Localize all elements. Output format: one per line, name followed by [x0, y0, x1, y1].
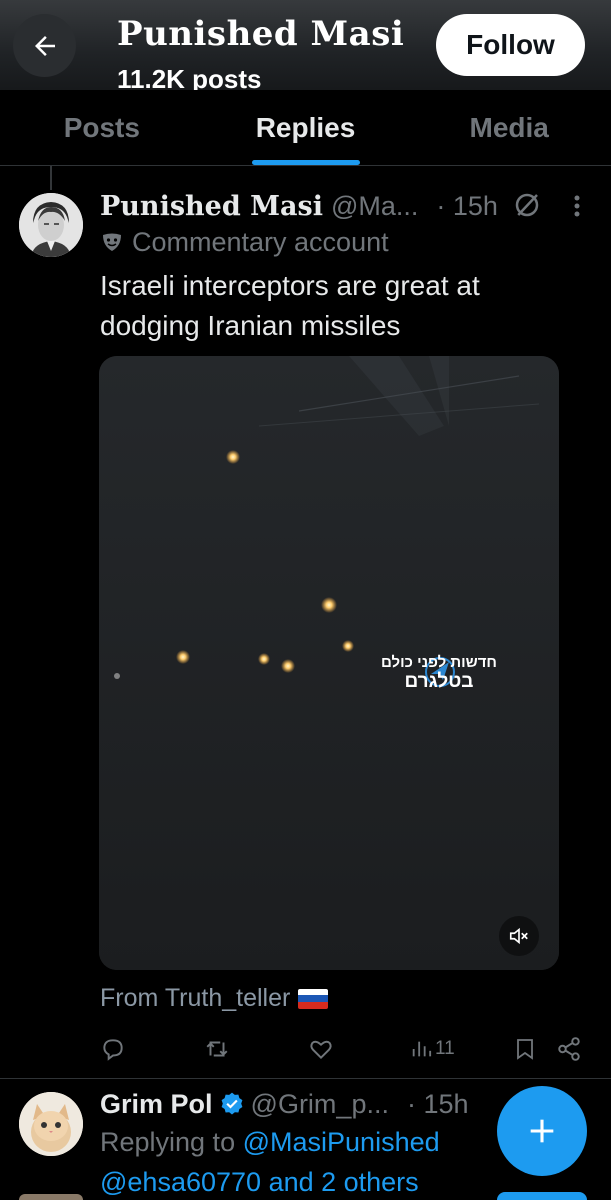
post-author-handle[interactable]: @Ma...: [331, 191, 418, 222]
more-options-icon[interactable]: [570, 192, 584, 222]
reply-avatar[interactable]: [19, 1092, 83, 1156]
reply-button[interactable]: [100, 1032, 126, 1066]
account-label[interactable]: Commentary account: [100, 222, 389, 262]
watermark-line2: בטלגרם: [404, 671, 474, 692]
watermark-line1: חדשות לפני כולם: [381, 654, 497, 671]
secondary-fab[interactable]: [497, 1192, 587, 1200]
tab-posts[interactable]: Posts: [0, 90, 204, 165]
tab-media[interactable]: Media: [407, 90, 611, 165]
thread-line: [50, 166, 52, 190]
post-timestamp[interactable]: · 15h: [436, 191, 498, 222]
profile-header: Punished Masi 11.2K posts Follow: [0, 0, 611, 90]
share-button[interactable]: [556, 1032, 582, 1066]
follow-button[interactable]: Follow: [436, 14, 585, 76]
post-video[interactable]: חדשות לפני כולם בטלגרם: [99, 356, 559, 970]
arrow-left-icon: [34, 35, 55, 56]
repost-icon: [206, 1041, 228, 1057]
repost-button[interactable]: [204, 1032, 230, 1066]
others-link[interactable]: and 2 others: [269, 1167, 419, 1197]
replying-to: Replying to @MasiPunished @ehsa60770 and…: [100, 1122, 500, 1200]
post-text: Israeli interceptors are great at dodgin…: [100, 270, 480, 341]
tab-posts-label: Posts: [63, 111, 140, 143]
compose-button[interactable]: [497, 1086, 587, 1176]
mention-link-2[interactable]: @ehsa60770: [100, 1167, 261, 1197]
bookmark-button[interactable]: [513, 1032, 537, 1066]
back-button[interactable]: [13, 14, 76, 77]
post-author-name[interactable]: Punished Masi: [100, 191, 323, 222]
account-label-text: Commentary account: [132, 226, 389, 257]
tab-media-label: Media: [469, 111, 549, 143]
share-icon: [558, 1037, 580, 1061]
speaker-muted-icon: [509, 927, 528, 945]
avatar-portrait: [19, 193, 83, 257]
mention-link[interactable]: @MasiPunished: [243, 1127, 440, 1157]
tab-replies-label: Replies: [255, 111, 356, 143]
source-text: From Truth_teller: [100, 984, 291, 1012]
mute-button[interactable]: [499, 916, 539, 956]
replies-restricted-icon: [515, 193, 539, 217]
next-avatar[interactable]: [19, 1194, 83, 1200]
avatar[interactable]: [19, 193, 83, 257]
plus-icon: [530, 1119, 554, 1143]
theater-mask-icon: [103, 233, 121, 251]
reply-icon: [103, 1039, 123, 1061]
reply-timestamp[interactable]: · 15h: [407, 1089, 469, 1120]
analytics-icon: [412, 1041, 432, 1057]
header-posts-count: 11.2K posts: [117, 64, 262, 90]
video-watermark: חדשות לפני כולם בטלגרם: [379, 654, 499, 693]
views-button[interactable]: 11: [410, 1032, 455, 1066]
active-tab-indicator: [251, 160, 360, 165]
post-source[interactable]: From Truth_teller: [100, 984, 329, 1013]
bookmark-icon: [517, 1039, 533, 1060]
tab-replies[interactable]: Replies: [204, 90, 408, 165]
kitten-avatar-image: [19, 1092, 83, 1156]
profile-tabs: Posts Replies Media: [0, 90, 611, 166]
reply-author-handle[interactable]: @Grim_p...: [251, 1089, 389, 1120]
heart-icon: [310, 1040, 332, 1060]
russia-flag-icon: [298, 988, 329, 1009]
reply-author-name[interactable]: Grim Pol: [100, 1089, 213, 1120]
reply-header: Grim Pol @Grim_p... · 15h: [100, 1084, 469, 1124]
header-title: Punished Masi: [117, 14, 405, 54]
post-header: Punished Masi @Ma... · 15h: [100, 186, 498, 226]
post-divider: [0, 1078, 611, 1079]
like-button[interactable]: [308, 1032, 334, 1066]
verified-badge-icon: [221, 1092, 242, 1115]
replying-prefix: Replying to: [100, 1127, 236, 1157]
post-actions: 11: [100, 1032, 580, 1066]
views-count: 11: [435, 1038, 455, 1059]
